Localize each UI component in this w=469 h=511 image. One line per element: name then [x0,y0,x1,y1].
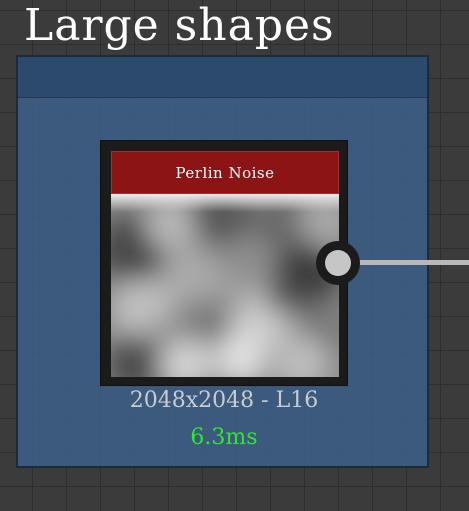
output-port-dot [325,250,351,276]
group-title[interactable]: Large shapes [24,1,335,50]
output-port[interactable] [316,241,360,285]
node-title: Perlin Noise [175,163,275,182]
noise-preview-image [111,194,339,377]
group-header[interactable] [18,57,427,98]
node-cook-time: 6.3ms [190,425,258,450]
output-wire[interactable] [354,260,469,265]
node-resolution-label: 2048x2048 - L16 [129,388,319,413]
node-header[interactable]: Perlin Noise [111,151,339,194]
perlin-noise-node[interactable]: Perlin Noise [100,140,348,386]
